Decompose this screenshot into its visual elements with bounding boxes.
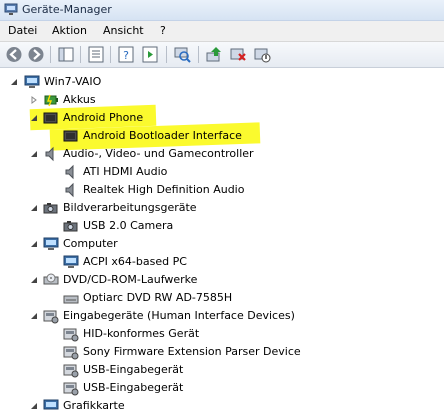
tree-label-hid: Eingabegeräte (Human Interface Devices) [63, 309, 295, 322]
expanded-arrow-icon[interactable] [30, 114, 38, 122]
menu-aktion[interactable]: Aktion [52, 24, 87, 37]
action-pane-icon[interactable] [140, 45, 160, 64]
computer-icon [63, 255, 79, 268]
tree-node-usb-input-2[interactable]: USB-Eingabegerät [0, 379, 444, 397]
optical-drive-icon [63, 295, 79, 304]
tree-label-computer: Computer [63, 237, 118, 250]
collapsed-arrow-icon[interactable] [30, 96, 38, 104]
tree-label-ati-hdmi-audio: ATI HDMI Audio [83, 165, 168, 178]
tree-label-optiarc-dvd: Optiarc DVD RW AD-7585H [83, 291, 233, 304]
speaker-icon [45, 146, 54, 162]
computer-icon [24, 75, 40, 88]
forward-icon[interactable] [26, 45, 46, 64]
tree-node-usb-input-1[interactable]: USB-Eingabegerät [0, 361, 444, 379]
optical-drive-icon [43, 273, 59, 285]
camera-icon [63, 221, 78, 232]
svg-text:?: ? [123, 49, 129, 62]
properties-icon[interactable] [86, 45, 106, 64]
tree-label-usb-camera: USB 2.0 Camera [83, 219, 174, 232]
tree-label-hid-compliant: HID-konformes Gerät [83, 327, 200, 340]
tree-label-bootloader-interface: Android Bootloader Interface [83, 129, 242, 142]
uninstall-icon[interactable] [228, 45, 248, 64]
hid-device-icon [63, 382, 79, 396]
expanded-arrow-icon[interactable] [10, 78, 18, 86]
hid-device-icon [43, 310, 59, 324]
tree-node-optiarc-dvd[interactable]: Optiarc DVD RW AD-7585H [0, 289, 444, 307]
toolbar-separator [166, 46, 167, 63]
back-icon[interactable] [4, 45, 24, 64]
battery-icon [44, 94, 58, 107]
help-icon[interactable]: ? [116, 45, 136, 64]
tree-node-root[interactable]: Win7-VAIO [0, 73, 444, 91]
tree-node-android-phone[interactable]: Android Phone [0, 109, 444, 127]
menu-bar: Datei Aktion Ansicht ? [0, 21, 444, 42]
expanded-arrow-icon[interactable] [30, 150, 38, 158]
tree-node-sony-firmware[interactable]: Sony Firmware Extension Parser Device [0, 343, 444, 361]
tree-label-dvd-drives: DVD/CD-ROM-Laufwerke [63, 273, 198, 286]
update-driver-icon[interactable] [204, 45, 224, 64]
hid-device-icon [63, 328, 79, 342]
menu-datei[interactable]: Datei [8, 24, 37, 37]
computer-icon [43, 237, 59, 250]
expanded-arrow-icon[interactable] [30, 240, 38, 248]
camera-icon [43, 203, 58, 214]
device-manager-icon [4, 3, 18, 15]
tree-node-bootloader-interface[interactable]: Android Bootloader Interface [0, 127, 444, 145]
display-adapter-icon [43, 399, 59, 410]
tree-node-acpi-pc[interactable]: ACPI x64-based PC [0, 253, 444, 271]
tree-node-akkus[interactable]: Akkus [0, 91, 444, 109]
hid-device-icon [63, 346, 79, 360]
tree-label-root: Win7-VAIO [44, 75, 102, 88]
window-title: Geräte-Manager [22, 3, 112, 16]
tree-label-acpi-pc: ACPI x64-based PC [83, 255, 187, 268]
toolbar-separator [50, 46, 51, 63]
menu-help[interactable]: ? [160, 24, 166, 37]
device-tree: Win7-VAIO Akkus Android Phone Android Bo… [0, 68, 444, 412]
toolbar-separator [80, 46, 81, 63]
menu-ansicht[interactable]: Ansicht [103, 24, 144, 37]
tree-node-hid-compliant[interactable]: HID-konformes Gerät [0, 325, 444, 343]
expanded-arrow-icon[interactable] [30, 402, 38, 410]
tree-label-graphics: Grafikkarte [63, 399, 125, 412]
toolbar-separator [198, 46, 199, 63]
tree-node-imaging-devices[interactable]: Bildverarbeitungsgeräte [0, 199, 444, 217]
tree-label-sony-firmware: Sony Firmware Extension Parser Device [83, 345, 301, 358]
tree-node-ati-hdmi-audio[interactable]: ATI HDMI Audio [0, 163, 444, 181]
hid-device-icon [63, 364, 79, 378]
tree-label-usb-input-2: USB-Eingabegerät [83, 381, 184, 394]
tree-label-usb-input-1: USB-Eingabegerät [83, 363, 184, 376]
tree-node-usb-camera[interactable]: USB 2.0 Camera [0, 217, 444, 235]
android-device-icon [63, 130, 78, 142]
tree-node-realtek-audio[interactable]: Realtek High Definition Audio [0, 181, 444, 199]
title-bar: Geräte-Manager [0, 0, 444, 21]
console-tree-icon[interactable] [56, 45, 76, 64]
tree-label-android-phone: Android Phone [63, 111, 144, 124]
android-phone-icon [43, 112, 58, 124]
toolbar-separator [110, 46, 111, 63]
tree-node-audio[interactable]: Audio-, Video- und Gamecontroller [0, 145, 444, 163]
expanded-arrow-icon[interactable] [30, 204, 38, 212]
tree-node-hid[interactable]: Eingabegeräte (Human Interface Devices) [0, 307, 444, 325]
tree-label-imaging-devices: Bildverarbeitungsgeräte [63, 201, 197, 214]
tree-label-realtek-audio: Realtek High Definition Audio [83, 183, 245, 196]
speaker-icon [65, 164, 74, 180]
disable-device-icon[interactable] [252, 45, 272, 64]
expanded-arrow-icon[interactable] [30, 312, 38, 320]
speaker-icon [65, 182, 74, 198]
tree-node-dvd-drives[interactable]: DVD/CD-ROM-Laufwerke [0, 271, 444, 289]
tree-node-graphics[interactable]: Grafikkarte [0, 397, 444, 415]
toolbar: ? [0, 42, 444, 68]
tree-label-akkus: Akkus [63, 93, 96, 106]
tree-node-computer[interactable]: Computer [0, 235, 444, 253]
tree-label-audio: Audio-, Video- und Gamecontroller [63, 147, 254, 160]
scan-hardware-icon[interactable] [172, 45, 192, 64]
expanded-arrow-icon[interactable] [30, 276, 38, 284]
